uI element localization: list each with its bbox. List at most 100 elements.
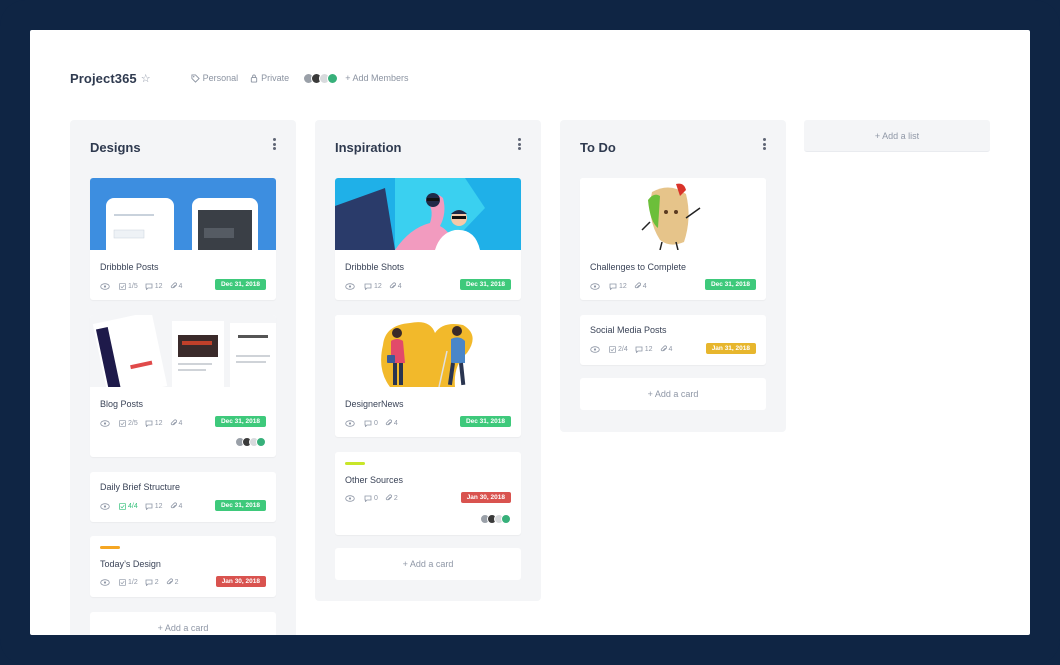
watch-icon — [590, 282, 602, 290]
card-daily-brief-structure[interactable]: Daily Brief Structure 4/4 12 4 Dec 31, 2… — [90, 472, 276, 522]
board-header: Project365 ☆ Personal Private + Add Memb… — [70, 70, 408, 86]
attachments-count: 2 — [166, 578, 179, 586]
comments-count: 2 — [145, 579, 159, 586]
comments-count: 12 — [145, 420, 163, 427]
card-cover-image — [90, 178, 276, 250]
card-badges: 4/4 12 4 — [100, 502, 189, 510]
checklist-count: 2/4 — [609, 346, 628, 353]
comments-count: 12 — [609, 283, 627, 290]
card-todays-design[interactable]: Today’s Design 1/2 2 2 Jan 30, 2018 — [90, 536, 276, 597]
card-cover-image — [335, 178, 521, 250]
card-dribbble-posts[interactable]: Dribbble Posts 1/5 12 4 Dec 31, 2018 — [90, 178, 276, 300]
card-title: Challenges to Complete — [590, 262, 687, 272]
member-avatars[interactable] — [303, 72, 339, 84]
attachments-value: 4 — [178, 282, 183, 290]
attachments-value: 4 — [178, 419, 183, 427]
card-label — [100, 546, 120, 549]
watch-icon — [100, 282, 112, 290]
card-other-sources[interactable]: Other Sources 0 2 Jan 30, 2018 — [335, 452, 521, 535]
watch-icon — [590, 345, 602, 353]
card-badges: 0 2 — [345, 494, 405, 502]
paperclip-icon — [385, 419, 392, 426]
checklist-value: 1/5 — [128, 282, 138, 290]
card-title: Other Sources — [345, 475, 404, 485]
card-cover-image — [90, 315, 276, 387]
due-date-badge: Jan 30, 2018 — [215, 576, 266, 587]
card-members[interactable] — [480, 514, 511, 524]
due-date-badge: Dec 31, 2018 — [214, 416, 266, 427]
paperclip-icon — [170, 419, 177, 426]
comment-icon — [145, 420, 153, 427]
board-title[interactable]: Project365 — [70, 71, 137, 86]
comment-icon — [364, 420, 372, 427]
card-title: Daily Brief Structure — [100, 482, 181, 492]
comment-icon — [145, 283, 153, 290]
comments-value: 12 — [154, 282, 163, 290]
checklist-value: 2/5 — [128, 419, 138, 427]
comments-value: 12 — [374, 282, 382, 290]
avatar[interactable] — [327, 72, 339, 84]
checklist-value: 4/4 — [128, 502, 138, 510]
comments-value: 0 — [374, 419, 378, 427]
add-card-button[interactable]: + Add a card — [335, 548, 521, 580]
avatar[interactable] — [256, 437, 266, 447]
card-title: Social Media Posts — [590, 325, 667, 335]
due-date-badge: Dec 31, 2018 — [459, 279, 511, 290]
card-blog-posts[interactable]: Blog Posts 2/5 12 4 Dec 31, 2018 — [90, 315, 276, 457]
comments-value: 0 — [374, 494, 378, 502]
add-card-button[interactable]: + Add a card — [580, 378, 766, 410]
list-designs: Designs Dribbble Posts 1/5 12 4 Dec 31, … — [70, 120, 296, 635]
card-title: Blog Posts — [100, 399, 144, 409]
card-challenges-to-complete[interactable]: Challenges to Complete 12 4 Dec 31, 2018 — [580, 178, 766, 300]
comments-value: 12 — [619, 282, 627, 290]
checklist-icon — [609, 345, 616, 353]
checklist-icon — [119, 282, 126, 290]
card-title: Dribbble Shots — [345, 262, 405, 272]
add-card-button[interactable]: + Add a card — [90, 612, 276, 635]
due-date-badge: Dec 31, 2018 — [459, 416, 511, 427]
card-dribbble-shots[interactable]: Dribbble Shots 12 4 Dec 31, 2018 — [335, 178, 521, 300]
paperclip-icon — [634, 282, 641, 289]
comments-count: 12 — [145, 283, 163, 290]
card-members[interactable] — [235, 437, 266, 447]
comment-icon — [635, 346, 643, 353]
checklist-value: 1/2 — [128, 578, 138, 586]
visibility-personal-label: Personal — [202, 73, 239, 83]
checklist-count: 2/5 — [119, 420, 138, 427]
list-menu-icon[interactable] — [760, 138, 768, 152]
due-date-badge: Jan 31, 2018 — [705, 343, 756, 354]
card-cover-image — [580, 178, 766, 250]
watch-icon — [100, 578, 112, 586]
checklist-icon — [119, 502, 126, 510]
visibility-personal[interactable]: Personal — [191, 73, 239, 83]
attachments-value: 4 — [178, 502, 183, 510]
comments-count: 12 — [364, 283, 382, 290]
list-title: Designs — [90, 140, 141, 155]
card-social-media-posts[interactable]: Social Media Posts 2/4 12 4 Jan 31, 2018 — [580, 315, 766, 365]
card-badges: 1/5 12 4 — [100, 282, 189, 290]
attachments-count: 4 — [170, 502, 183, 510]
visibility-private[interactable]: Private — [250, 73, 289, 83]
checklist-count: 1/5 — [119, 283, 138, 290]
comments-count: 0 — [364, 495, 378, 502]
card-designernews[interactable]: DesignerNews 0 4 Dec 31, 2018 — [335, 315, 521, 437]
list-menu-icon[interactable] — [270, 138, 278, 152]
add-members-button[interactable]: + Add Members — [345, 73, 408, 83]
list-inspiration: Inspiration Dribbble Shots 12 4 Dec 31, … — [315, 120, 541, 601]
add-list-button[interactable]: + Add a list — [804, 120, 990, 152]
comments-value: 2 — [154, 578, 159, 586]
attachments-count: 4 — [170, 419, 183, 427]
avatar[interactable] — [501, 514, 511, 524]
attachments-value: 4 — [642, 282, 647, 290]
attachments-count: 4 — [660, 345, 672, 353]
attachments-count: 4 — [634, 282, 647, 290]
card-cover-image — [335, 315, 521, 387]
paperclip-icon — [660, 345, 667, 352]
checklist-count: 1/2 — [119, 579, 138, 586]
comment-icon — [364, 495, 372, 502]
star-icon[interactable]: ☆ — [141, 72, 151, 85]
watch-icon — [100, 419, 112, 427]
paperclip-icon — [170, 502, 177, 509]
list-menu-icon[interactable] — [515, 138, 523, 152]
watch-icon — [345, 282, 357, 290]
